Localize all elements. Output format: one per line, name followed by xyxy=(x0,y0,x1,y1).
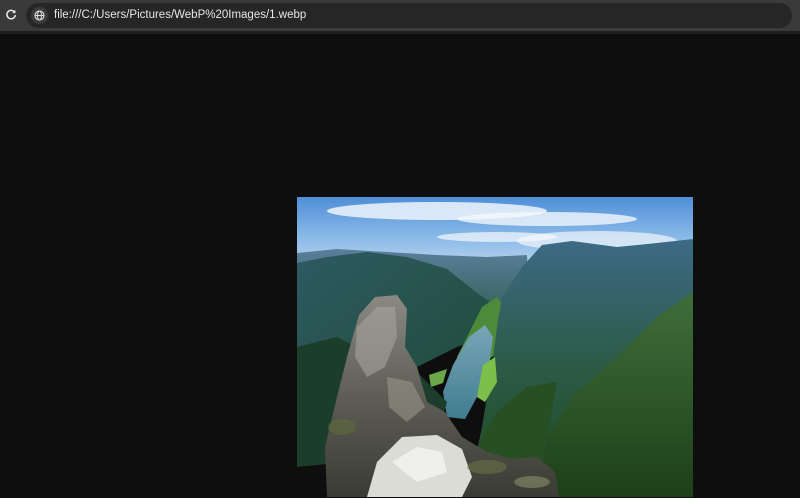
browser-toolbar: file:///C:/Users/Pictures/WebP%20Images/… xyxy=(0,0,800,31)
site-info-button[interactable] xyxy=(31,7,48,24)
page-viewport xyxy=(0,34,800,498)
webp-image[interactable] xyxy=(297,197,693,497)
url-text[interactable]: file:///C:/Users/Pictures/WebP%20Images/… xyxy=(54,3,306,28)
globe-icon xyxy=(34,10,45,21)
reload-button[interactable] xyxy=(2,6,20,24)
address-bar[interactable]: file:///C:/Users/Pictures/WebP%20Images/… xyxy=(26,3,792,28)
reload-icon xyxy=(6,9,16,20)
mountain-valley-photo xyxy=(297,197,693,497)
